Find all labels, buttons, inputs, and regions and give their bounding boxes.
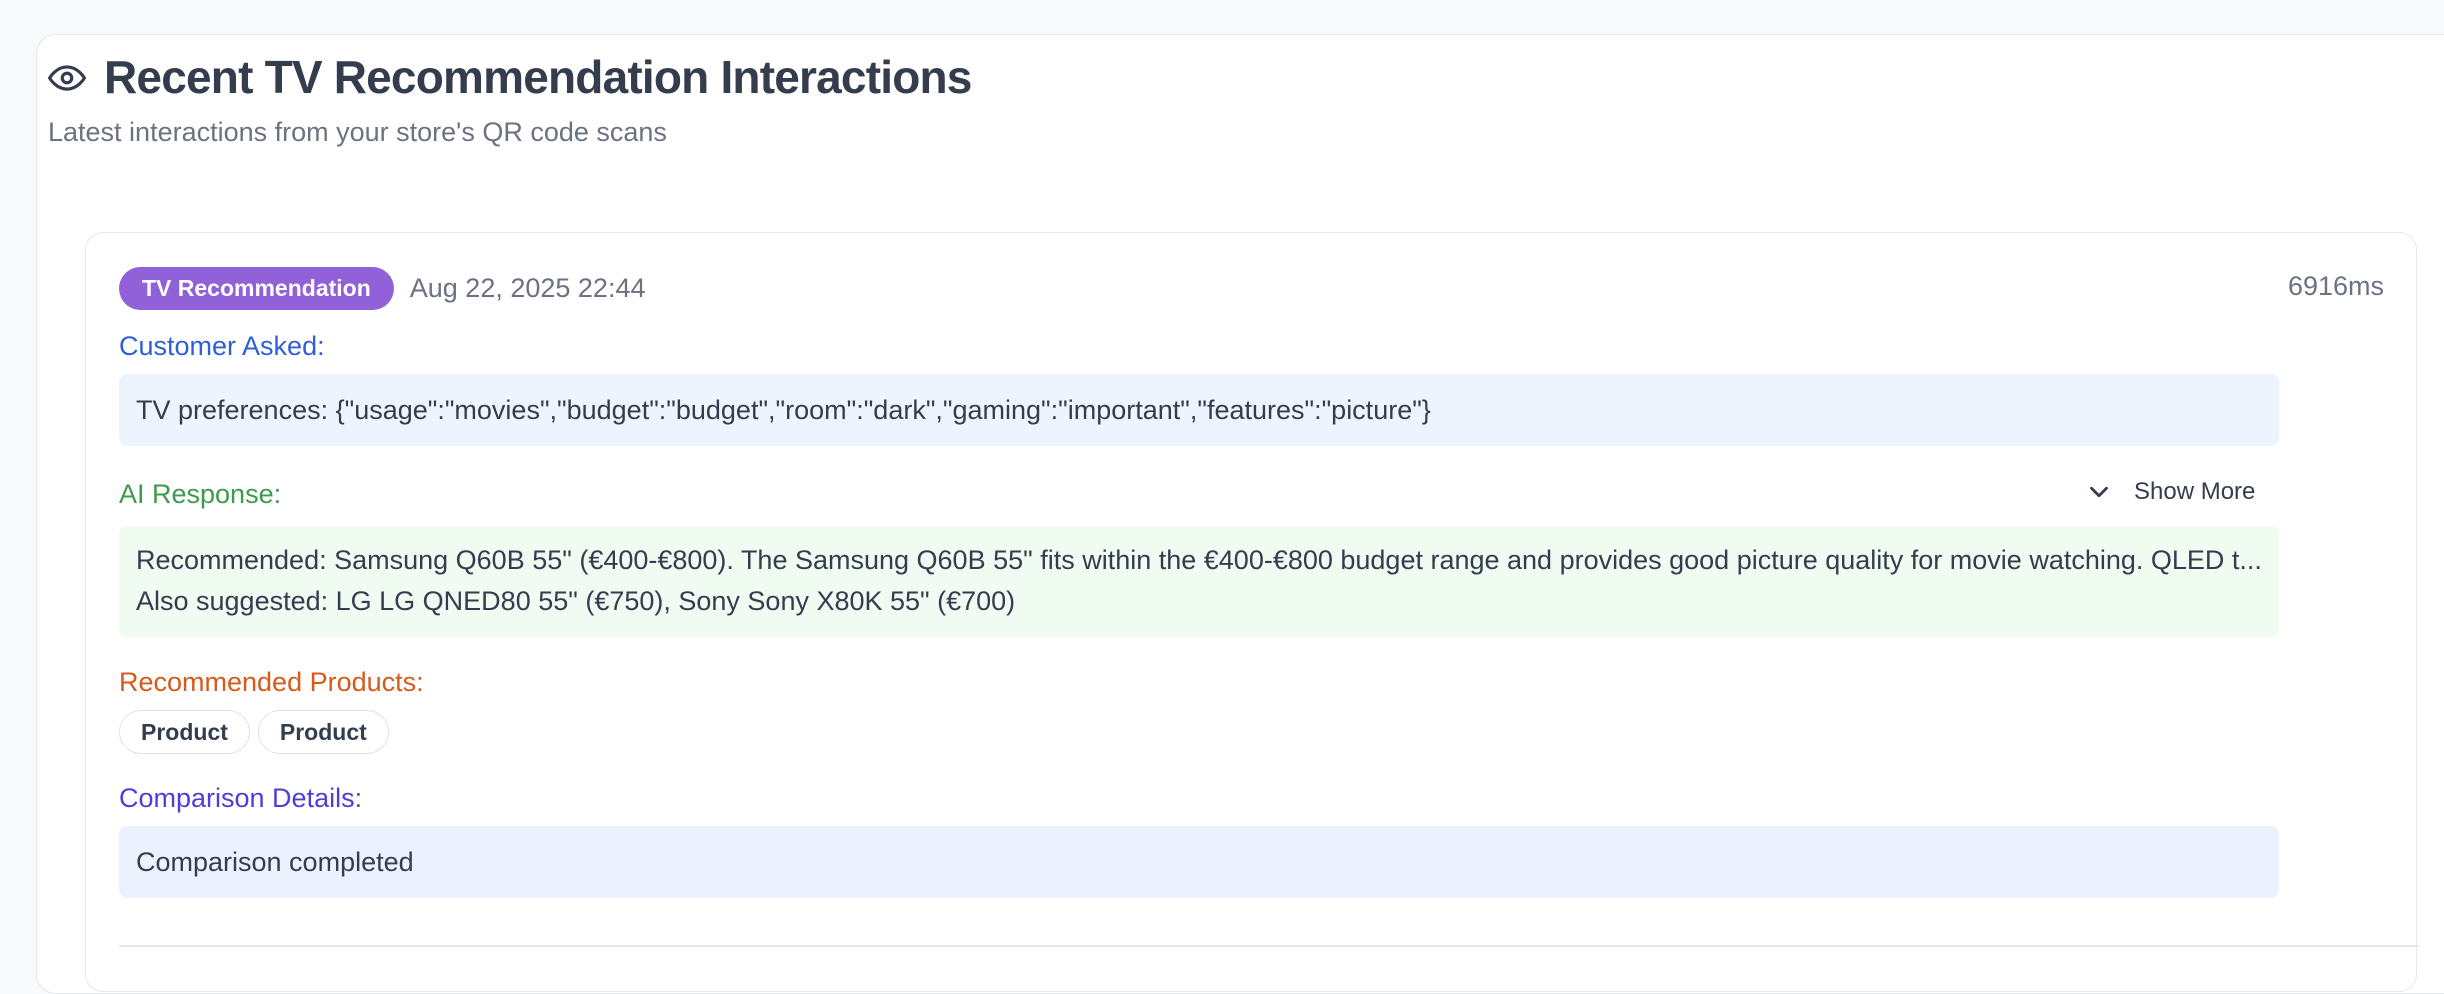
response-duration: 6916ms (2287, 271, 2384, 301)
card-divider (119, 945, 2419, 947)
product-pill[interactable]: Product (257, 710, 389, 754)
customer-query-box: TV preferences: {"usage":"movies","budge… (119, 374, 2279, 446)
page-title: Recent TV Recommendation Interactions (104, 51, 972, 103)
comparison-details-label: Comparison Details: (119, 783, 363, 813)
show-more-button[interactable]: Show More (2084, 477, 2255, 507)
comparison-box: Comparison completed (119, 826, 2279, 898)
product-pill[interactable]: Product (119, 710, 250, 754)
ai-response-text: Recommended: Samsung Q60B 55" (€400-€800… (136, 545, 2262, 616)
chevron-down-icon (2084, 477, 2114, 507)
eye-icon (48, 59, 86, 97)
card-header: TV Recommendation Aug 22, 2025 22:44 (119, 267, 645, 310)
interaction-card: TV Recommendation Aug 22, 2025 22:44 691… (85, 232, 2419, 992)
show-more-label: Show More (2134, 478, 2256, 505)
interaction-timestamp: Aug 22, 2025 22:44 (409, 273, 646, 303)
panel-header: Recent TV Recommendation Interactions La… (48, 50, 972, 148)
ai-response-label: AI Response: (119, 479, 282, 509)
ai-response-box: Recommended: Samsung Q60B 55" (€400-€800… (119, 526, 2279, 637)
recommended-products-label: Recommended Products: (119, 667, 424, 697)
customer-query-text: TV preferences: {"usage":"movies","budge… (136, 394, 1431, 425)
type-badge: TV Recommendation (119, 267, 394, 310)
comparison-text: Comparison completed (136, 846, 414, 877)
page-subtitle: Latest interactions from your store's QR… (48, 117, 667, 148)
product-list: Product Product (119, 710, 397, 754)
title-row: Recent TV Recommendation Interactions (48, 50, 972, 105)
customer-asked-label: Customer Asked: (119, 331, 325, 361)
